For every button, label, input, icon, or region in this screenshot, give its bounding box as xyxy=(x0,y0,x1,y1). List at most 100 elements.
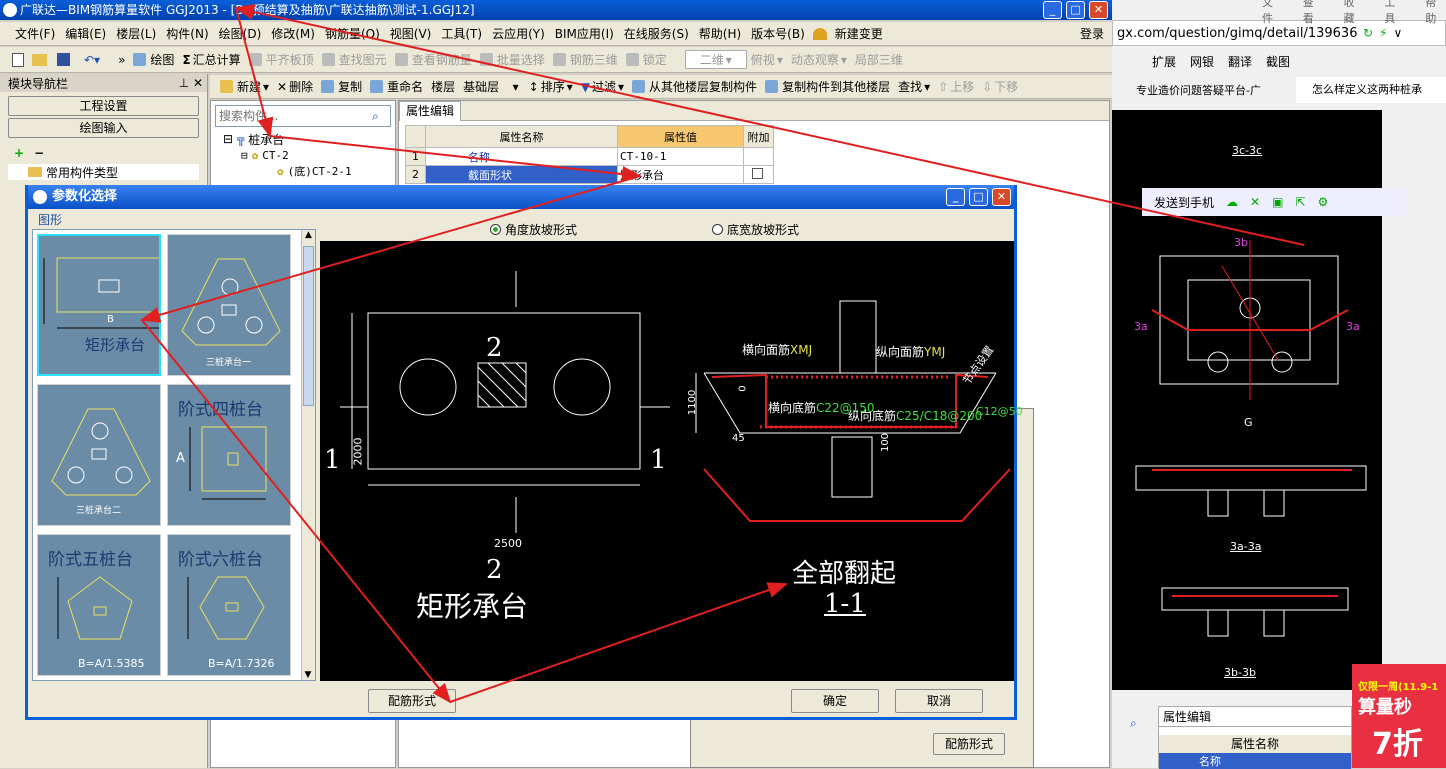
thumb-three-pile-1[interactable]: 三桩承台一 xyxy=(167,234,291,376)
sort-button[interactable]: ↕ 排序 ▾ xyxy=(525,78,577,95)
rebar-3d-button[interactable]: 钢筋三维 xyxy=(549,51,622,68)
browser-menu-fav[interactable]: 收藏 xyxy=(1344,0,1365,26)
open-file-icon[interactable] xyxy=(32,53,47,66)
copy-button[interactable]: 复制 xyxy=(317,78,366,95)
search-component-input[interactable] xyxy=(216,107,366,125)
rect-cap-icon xyxy=(43,257,159,329)
thumb-step-four[interactable]: 阶式四桩台 A xyxy=(167,384,291,526)
url-field[interactable]: gx.com/question/gimq/detail/139636 xyxy=(1117,26,1357,41)
search-icon[interactable]: ⌕ xyxy=(1130,716,1137,731)
ad-banner[interactable]: 仅限一周(11.9-1 算量秒 7折 xyxy=(1352,664,1446,768)
tree-root[interactable]: 桩承台 xyxy=(248,131,284,148)
view-rebar-button[interactable]: 查看钢筋量 xyxy=(391,51,476,68)
find-button[interactable]: 查找 ▾ xyxy=(894,78,934,95)
bookmark-translate[interactable]: 翻译 xyxy=(1228,53,1252,70)
rebar-form-button-behind[interactable]: 配筋形式 xyxy=(933,733,1005,755)
bookmark-bank[interactable]: 网银 xyxy=(1190,53,1214,70)
draw-button[interactable]: 绘图 xyxy=(129,51,178,68)
rename-button[interactable]: 重命名 xyxy=(366,78,427,95)
thumb-step-six[interactable]: 阶式六桩台 B=A/1.7326 xyxy=(167,534,291,676)
collapse-all-icon[interactable]: − xyxy=(34,146,44,160)
browser-menu-tools[interactable]: 工具 xyxy=(1384,0,1405,26)
search-icon[interactable]: ⌕ xyxy=(372,109,379,124)
property-tab[interactable]: 属性编辑 xyxy=(399,100,462,121)
menu-rebar[interactable]: 钢筋量(Q) xyxy=(320,25,385,42)
thumb-three-pile-2[interactable]: 三桩承台二 xyxy=(37,384,161,526)
prop-value-cell[interactable]: CT-10-1 xyxy=(617,147,744,166)
move-down-button[interactable]: ⇩ 下移 xyxy=(978,78,1022,95)
find-element-button[interactable]: 查找图元 xyxy=(318,51,391,68)
menu-component[interactable]: 构件(N) xyxy=(161,25,213,42)
menu-floor[interactable]: 楼层(L) xyxy=(111,25,161,42)
rebar-form-button[interactable]: 配筋形式 xyxy=(368,689,456,713)
checkbox[interactable] xyxy=(752,167,763,179)
menu-modify[interactable]: 修改(M) xyxy=(266,25,320,42)
save-icon[interactable] xyxy=(57,53,70,66)
cancel-button[interactable]: 取消 xyxy=(895,689,983,713)
copy-from-floor-button[interactable]: 从其他楼层复制构件 xyxy=(628,78,761,95)
dialog-maximize-button[interactable]: □ xyxy=(969,188,988,206)
tree-child[interactable]: CT-2 xyxy=(262,149,289,162)
move-up-button[interactable]: ⇧ 上移 xyxy=(934,78,978,95)
menu-view[interactable]: 视图(V) xyxy=(385,25,437,42)
top-view-button[interactable]: 俯视 ▾ xyxy=(747,51,787,68)
maximize-button[interactable]: □ xyxy=(1066,1,1085,19)
expand-all-icon[interactable]: + xyxy=(14,146,24,160)
filter-button[interactable]: ▼ 过滤 ▾ xyxy=(577,78,628,95)
browser-menu-file[interactable]: 文件 xyxy=(1262,0,1283,26)
bolt-icon[interactable]: ⚡ xyxy=(1379,26,1387,40)
radio-bottom-width[interactable]: 底宽放坡形式 xyxy=(712,221,799,238)
menu-edit[interactable]: 编辑(E) xyxy=(60,25,111,42)
new-component-button[interactable]: 新建 ▾ xyxy=(216,78,273,95)
lock-button[interactable]: 锁定 xyxy=(622,51,671,68)
menu-tools[interactable]: 工具(T) xyxy=(436,25,487,42)
bookmark-extensions[interactable]: 扩展 xyxy=(1152,53,1176,70)
app-title-bar: 广联达—BIM钢筋算量软件 GGJ2013 - [D:\预结算及抽筋\广联达抽筋… xyxy=(0,0,1112,20)
browser-tab-2[interactable]: 怎么样定义这两种桩承 xyxy=(1296,77,1446,103)
sum-button[interactable]: Σ 汇总计算 xyxy=(178,51,244,68)
dialog-minimize-button[interactable]: _ xyxy=(946,188,965,206)
delete-button[interactable]: ✕ 删除 xyxy=(273,78,317,95)
thumb-rect-cap[interactable]: B 矩形承台 xyxy=(37,234,161,376)
menu-help[interactable]: 帮助(H) xyxy=(694,25,746,42)
close-button[interactable]: ✕ xyxy=(1089,1,1108,19)
browser-tab-1[interactable]: 专业造价问题答疑平台-广 xyxy=(1116,82,1294,98)
dialog-close-button[interactable]: ✕ xyxy=(992,188,1011,206)
project-settings-button[interactable]: 工程设置 xyxy=(8,96,199,116)
shape-list-scrollbar[interactable]: ▲ ▼ xyxy=(301,230,315,680)
nav-pin-close[interactable]: ⊥ ✕ xyxy=(179,76,207,90)
menu-online[interactable]: 在线服务(S) xyxy=(619,25,694,42)
tree-leaf[interactable]: (底)CT-2-1 xyxy=(288,163,352,179)
menu-version[interactable]: 版本号(B) xyxy=(746,25,810,42)
prop-value-cell[interactable]: 矩形承台 xyxy=(617,165,744,184)
local-3d-button[interactable]: 局部三维 xyxy=(851,51,907,68)
new-file-icon[interactable] xyxy=(12,52,24,67)
browser-menu-help[interactable]: 帮助 xyxy=(1425,0,1446,26)
menu-file[interactable]: 文件(F) xyxy=(10,25,60,42)
flat-slab-button[interactable]: 平齐板顶 xyxy=(245,51,318,68)
chevron-down-icon[interactable]: ∨ xyxy=(1394,26,1403,40)
pile-cap-icon: ╦ xyxy=(237,132,245,146)
menu-new-change[interactable]: 新建变更 xyxy=(830,25,888,42)
refresh-icon[interactable]: ↻ xyxy=(1363,26,1373,40)
ok-button[interactable]: 确定 xyxy=(791,689,879,713)
view-mode-select[interactable]: 二维 ▾ xyxy=(684,50,747,69)
copy-to-floor-button[interactable]: 复制构件到其他楼层 xyxy=(761,78,894,95)
floor-select[interactable]: 基础层 ▾ xyxy=(459,78,524,95)
radio-unchecked-icon xyxy=(712,224,723,235)
bookmark-screenshot[interactable]: 截图 xyxy=(1266,53,1290,70)
common-types-item[interactable]: 常用构件类型 xyxy=(46,164,118,181)
menu-bim[interactable]: BIM应用(I) xyxy=(550,25,619,42)
draw-input-button[interactable]: 绘图输入 xyxy=(8,118,199,138)
undo-icon[interactable]: ↶▾ xyxy=(84,53,100,67)
radio-angle[interactable]: 角度放坡形式 xyxy=(490,221,577,238)
dynamic-view-button[interactable]: 动态观察 ▾ xyxy=(787,51,851,68)
thumb-step-five[interactable]: 阶式五桩台 B=A/1.5385 xyxy=(37,534,161,676)
login-link[interactable]: 登录 xyxy=(1075,25,1112,42)
menu-cloud[interactable]: 云应用(Y) xyxy=(487,25,550,42)
pentagon-icon xyxy=(57,576,133,640)
browser-menu-view[interactable]: 查看 xyxy=(1303,0,1324,26)
batch-select-button[interactable]: 批量选择 xyxy=(476,51,549,68)
menu-draw[interactable]: 绘图(D) xyxy=(214,25,267,42)
minimize-button[interactable]: _ xyxy=(1043,1,1062,19)
